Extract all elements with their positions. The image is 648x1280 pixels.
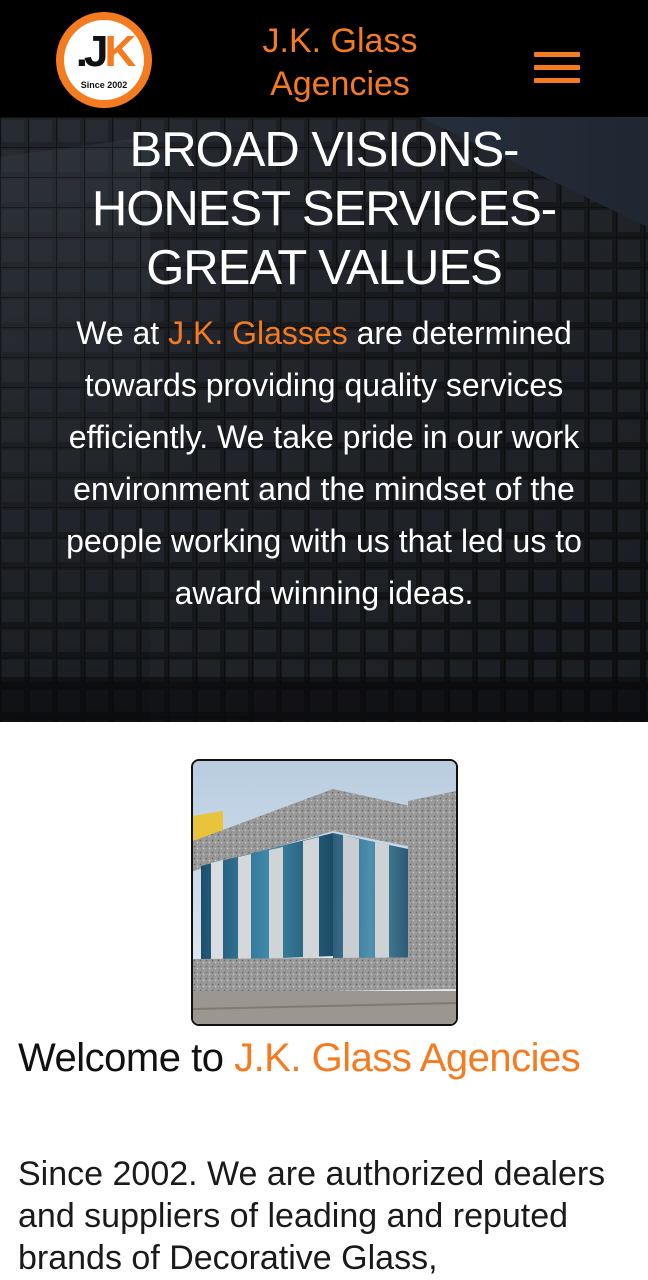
welcome-heading: Welcome to J.K. Glass Agencies <box>18 1033 618 1083</box>
hero-text-before: We at <box>76 315 169 351</box>
logo-monogram: .JK <box>64 30 144 74</box>
welcome-prefix: Welcome to <box>18 1036 235 1080</box>
brand-name[interactable]: J.K. Glass Agencies <box>200 20 480 106</box>
hero-heading-line2: HONEST SERVICES- <box>91 182 557 236</box>
hero-heading-line3: GREAT VALUES <box>146 241 503 295</box>
logo-dot: . <box>75 27 88 76</box>
menu-bar-middle <box>534 65 580 70</box>
welcome-company-name: J.K. Glass Agencies <box>234 1036 581 1080</box>
logo-since-text: Since 2002 <box>80 80 128 90</box>
company-logo[interactable]: .JK Since 2002 <box>56 12 152 108</box>
hero-heading: BROAD VISIONS- HONEST SERVICES- GREAT VA… <box>40 121 608 298</box>
intro-paragraph: Since 2002. We are authorized dealers an… <box>18 1155 606 1277</box>
logo-letter-j: J <box>83 27 109 76</box>
hamburger-menu-icon[interactable] <box>534 52 580 86</box>
logo-badge: .JK Since 2002 <box>64 20 144 100</box>
hero-text-highlight: J.K. Glasses <box>168 315 348 351</box>
brand-name-line2: Agencies <box>270 65 410 103</box>
logo-letter-k: K <box>104 27 136 76</box>
hero-section: BROAD VISIONS- HONEST SERVICES- GREAT VA… <box>0 117 648 722</box>
glass-facade-illustration <box>193 761 456 1024</box>
hero-text-after: are determined towards providing quality… <box>66 315 582 611</box>
hero-heading-line1: BROAD VISIONS- <box>129 123 520 177</box>
brand-name-line1: J.K. Glass <box>262 22 418 60</box>
menu-bar-bottom <box>534 78 580 83</box>
hero-description: We at J.K. Glasses are determined toward… <box>64 307 584 619</box>
site-header: .JK Since 2002 J.K. Glass Agencies <box>0 0 648 117</box>
featured-glass-building-image <box>191 759 458 1026</box>
menu-bar-top <box>534 52 580 57</box>
